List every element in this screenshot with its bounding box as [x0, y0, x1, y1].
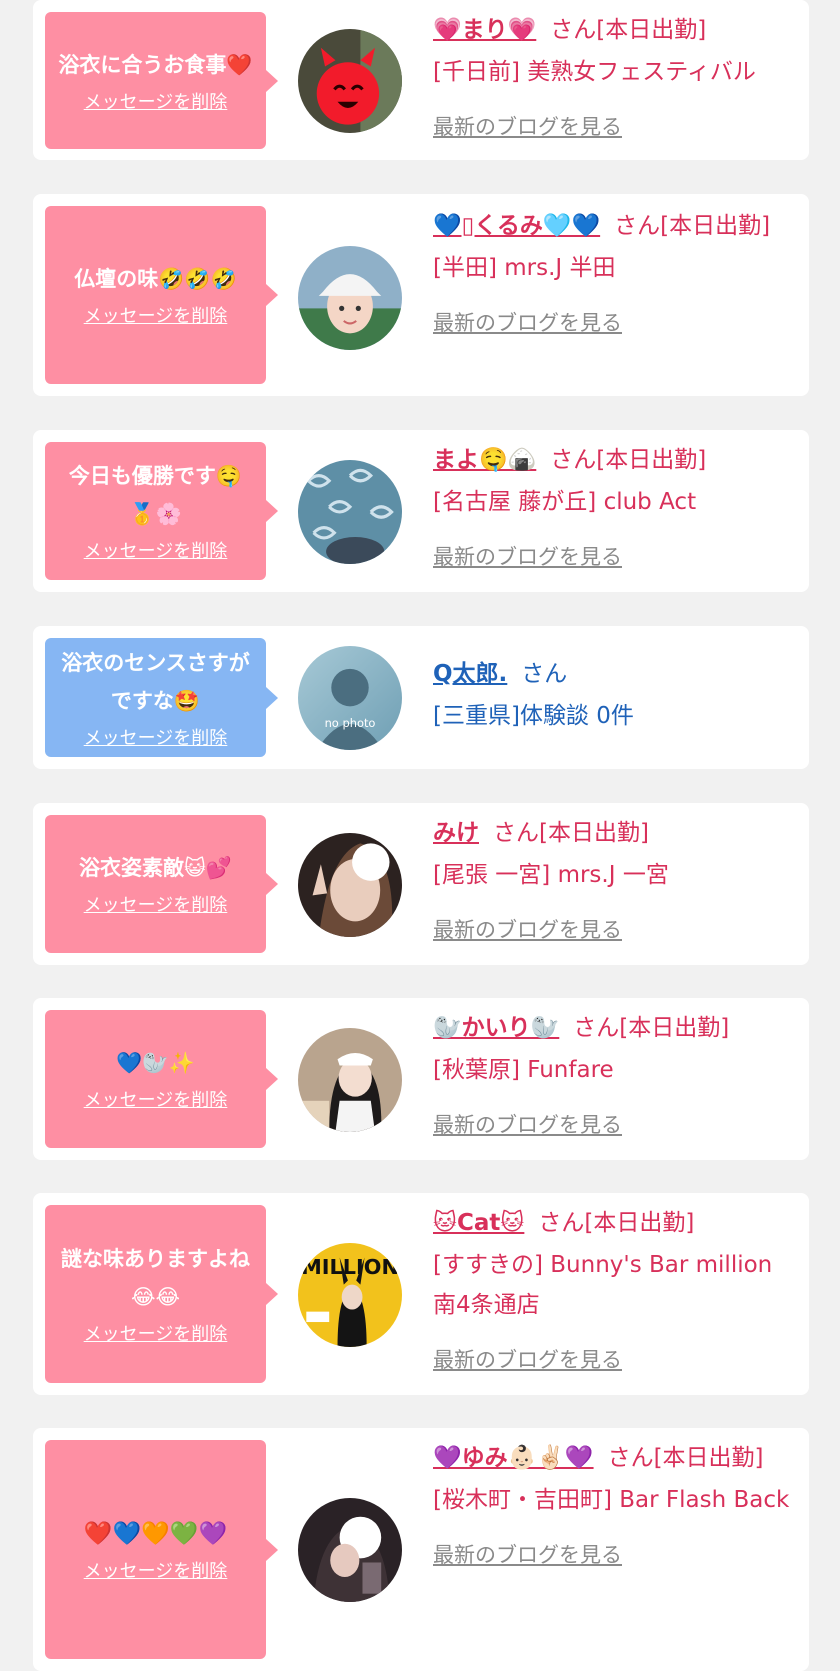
- delete-message-link[interactable]: メッセージを削除: [84, 1559, 228, 1585]
- sender-name-link[interactable]: 💜ゆみ👶🏻✌🏻💜: [433, 1445, 594, 1471]
- shop-name: [半田] mrs.J 半田: [433, 255, 616, 281]
- avatar[interactable]: [298, 833, 402, 937]
- sender-status: さん[本日出勤]: [614, 213, 771, 239]
- sender-info: Q太郎. さん [三重県]体験談 0件: [433, 654, 793, 736]
- million-magazine-cover-icon: MILLION: [298, 1243, 402, 1347]
- message-card: 仏壇の味🤣🤣🤣 メッセージを削除 💙▯くるみ🩵💙 さん[本日出勤] [半田] mr…: [33, 194, 809, 396]
- shop-name: [尾張 一宮] mrs.J 一宮: [433, 862, 669, 888]
- delete-message-link[interactable]: メッセージを削除: [84, 726, 228, 752]
- avatar[interactable]: [298, 460, 402, 564]
- avatar[interactable]: [298, 246, 402, 350]
- sender-info: まよ🤤🍙 さん[本日出勤] [名古屋 藤が丘] club Act 最新のブログを見…: [433, 440, 793, 572]
- shop-name: [千日前] 美熟女フェスティバル: [433, 59, 756, 85]
- sender-status: さん: [521, 661, 568, 687]
- woman-peace-sign-photo-icon: [298, 833, 402, 937]
- message-bubble: 浴衣のセンスさすがですな🤩 メッセージを削除: [45, 638, 278, 757]
- sender-info: 💙▯くるみ🩵💙 さん[本日出勤] [半田] mrs.J 半田 最新のブログを見る: [433, 206, 793, 338]
- delete-message-link[interactable]: メッセージを削除: [84, 90, 228, 116]
- message-bubble: 今日も優勝です🤤🥇🌸 メッセージを削除: [45, 442, 278, 580]
- latest-blog-link[interactable]: 最新のブログを見る: [433, 112, 622, 142]
- sender-status: さん[本日出勤]: [550, 447, 707, 473]
- woman-white-cap-photo-icon: [298, 246, 402, 350]
- message-text: 浴衣に合うお食事❤️: [58, 52, 253, 77]
- shop-name: [名古屋 藤が丘] club Act: [433, 489, 697, 515]
- magazine-title: MILLION: [301, 1255, 399, 1279]
- message-text: 仏壇の味🤣🤣🤣: [74, 267, 237, 291]
- sender-info: 🐱Cat🐱 さん[本日出勤] [すすきの] Bunny's Bar million…: [433, 1203, 793, 1375]
- maid-costume-photo-icon: [298, 1028, 402, 1132]
- message-bubble: 浴衣に合うお食事❤️ メッセージを削除: [45, 12, 278, 149]
- sender-status: さん[本日出勤]: [607, 1445, 764, 1471]
- message-card: ❤️💙🧡💚💜 メッセージを削除 💜ゆみ👶🏻✌🏻💜 さん[本日出勤] [桜木町・吉田…: [33, 1428, 809, 1671]
- woman-sticker-photo-icon: [298, 1498, 402, 1602]
- delete-message-link[interactable]: メッセージを削除: [84, 893, 228, 919]
- message-text: 浴衣姿素敵😺💕: [78, 856, 233, 880]
- sender-info: 💜ゆみ👶🏻✌🏻💜 さん[本日出勤] [桜木町・吉田町] Bar Flash Bac…: [433, 1438, 793, 1570]
- message-text: ❤️💙🧡💚💜: [83, 1520, 228, 1547]
- message-card: 浴衣に合うお食事❤️ メッセージを削除 💗まり💗 さん[本日出勤] [千日前] 美…: [33, 0, 809, 160]
- delete-message-link[interactable]: メッセージを削除: [84, 1088, 228, 1114]
- avatar[interactable]: [298, 29, 402, 133]
- avatar[interactable]: MILLION: [298, 1243, 402, 1347]
- message-bubble: 仏壇の味🤣🤣🤣 メッセージを削除: [45, 206, 278, 384]
- no-photo-label: no photo: [325, 716, 376, 730]
- latest-blog-link[interactable]: 最新のブログを見る: [433, 1540, 622, 1570]
- message-text: 今日も優勝です🤤🥇🌸: [68, 464, 243, 526]
- sender-info: 💗まり💗 さん[本日出勤] [千日前] 美熟女フェスティバル 最新のブログを見る: [433, 10, 793, 142]
- message-text: 謎な味ありますよね😂😂: [61, 1247, 250, 1309]
- no-photo-silhouette-icon: no photo: [298, 646, 402, 750]
- sender-name-link[interactable]: 🐱Cat🐱: [433, 1210, 524, 1236]
- latest-blog-link[interactable]: 最新のブログを見る: [433, 308, 622, 338]
- sender-name-link[interactable]: 💗まり💗: [433, 17, 536, 43]
- message-text: 💙🦭✨: [116, 1051, 195, 1075]
- delete-message-link[interactable]: メッセージを削除: [84, 539, 228, 565]
- sender-name-link[interactable]: まよ🤤🍙: [433, 447, 536, 473]
- message-card: 浴衣姿素敵😺💕 メッセージを削除 みけ さん[本日出勤] [尾張 一宮] mrs.…: [33, 803, 809, 965]
- sender-info: みけ さん[本日出勤] [尾張 一宮] mrs.J 一宮 最新のブログを見る: [433, 813, 793, 945]
- shop-name: [すすきの] Bunny's Bar million 南4条通店: [433, 1252, 773, 1318]
- sender-status: さん[本日出勤]: [538, 1210, 695, 1236]
- message-card: 今日も優勝です🤤🥇🌸 メッセージを削除 まよ🤤🍙 さん[本日出勤] [名古屋 藤が…: [33, 430, 809, 592]
- sender-name-link[interactable]: 🦭かいり🦭: [433, 1015, 559, 1041]
- message-card: 謎な味ありますよね😂😂 メッセージを削除 MILLION 🐱Cat🐱 さん[本日出…: [33, 1193, 809, 1395]
- message-bubble: 💙🦭✨ メッセージを削除: [45, 1010, 278, 1148]
- latest-blog-link[interactable]: 最新のブログを見る: [433, 1345, 622, 1375]
- sender-name-link[interactable]: Q太郎.: [433, 661, 507, 687]
- message-card: 💙🦭✨ メッセージを削除 🦭かいり🦭 さん[本日出勤] [秋葉原] Funfare…: [33, 998, 809, 1160]
- sender-status: さん[本日出勤]: [573, 1015, 730, 1041]
- message-bubble: 浴衣姿素敵😺💕 メッセージを削除: [45, 815, 278, 953]
- message-card: 浴衣のセンスさすがですな🤩 メッセージを削除 no photo Q太郎. さん […: [33, 626, 809, 769]
- delete-message-link[interactable]: メッセージを削除: [84, 1322, 228, 1348]
- message-text: 浴衣のセンスさすがですな🤩: [61, 650, 250, 713]
- sender-name-link[interactable]: みけ: [433, 820, 479, 846]
- avatar[interactable]: [298, 1498, 402, 1602]
- delete-message-link[interactable]: メッセージを削除: [84, 304, 228, 330]
- sender-info: 🦭かいり🦭 さん[本日出勤] [秋葉原] Funfare 最新のブログを見る: [433, 1008, 793, 1140]
- message-bubble: ❤️💙🧡💚💜 メッセージを削除: [45, 1440, 278, 1659]
- latest-blog-link[interactable]: 最新のブログを見る: [433, 915, 622, 945]
- shop-name: [秋葉原] Funfare: [433, 1057, 614, 1083]
- latest-blog-link[interactable]: 最新のブログを見る: [433, 542, 622, 572]
- sender-name-link[interactable]: 💙▯くるみ🩵💙: [433, 213, 600, 239]
- blue-pattern-photo-icon: [298, 460, 402, 564]
- avatar[interactable]: no photo: [298, 646, 402, 750]
- sender-status: さん[本日出勤]: [550, 17, 707, 43]
- sender-status: さん[本日出勤]: [493, 820, 649, 846]
- avatar[interactable]: [298, 1028, 402, 1132]
- message-bubble: 謎な味ありますよね😂😂 メッセージを削除: [45, 1205, 278, 1383]
- red-devil-sticker-photo-icon: [298, 29, 402, 133]
- shop-name: [桜木町・吉田町] Bar Flash Back: [433, 1487, 790, 1513]
- shop-name: [三重県]体験談 0件: [433, 703, 634, 729]
- latest-blog-link[interactable]: 最新のブログを見る: [433, 1110, 622, 1140]
